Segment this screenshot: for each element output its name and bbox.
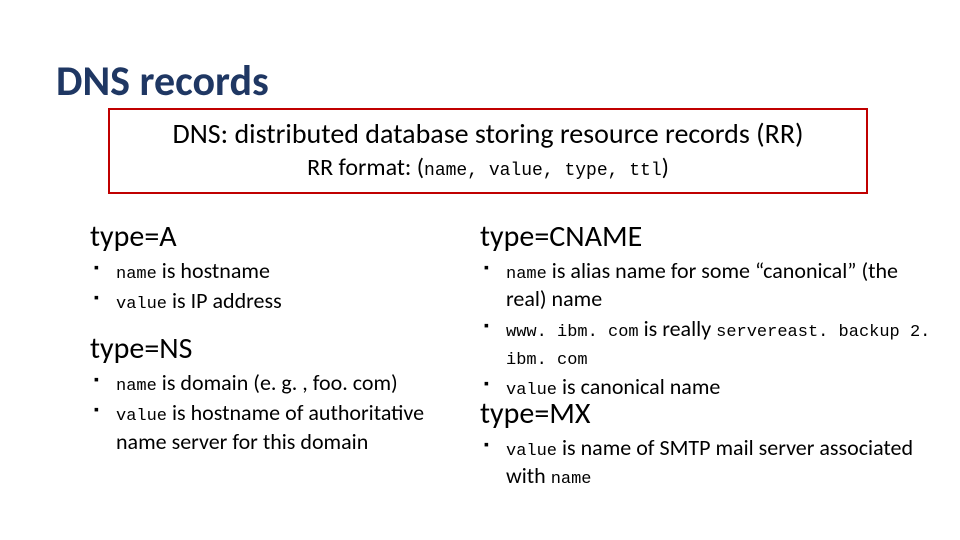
- open-paren: (: [417, 153, 424, 182]
- field-value: value: [506, 442, 557, 461]
- bullets-type-a: name is hostname value is IP address: [90, 257, 460, 316]
- slide-title: DNS records: [56, 56, 269, 107]
- cname-alias: www. ibm. com: [506, 323, 639, 342]
- rr-format-prefix: RR format:: [307, 153, 417, 182]
- list-item: name is hostname: [116, 257, 460, 285]
- field-value: value: [116, 407, 167, 426]
- heading-type-mx: type=MX: [480, 395, 940, 432]
- bullet-text: is domain (e. g. , foo. com): [157, 369, 398, 396]
- section-type-ns: type=NS name is domain (e. g. , foo. com…: [90, 330, 460, 457]
- field-name: name: [551, 470, 592, 489]
- section-type-cname: type=CNAME name is alias name for some “…: [480, 218, 940, 404]
- bullets-type-ns: name is domain (e. g. , foo. com) value …: [90, 369, 460, 455]
- bullet-text: is IP address: [167, 287, 282, 314]
- section-type-mx: type=MX value is name of SMTP mail serve…: [480, 395, 940, 493]
- bullet-text: is really: [639, 315, 717, 342]
- bullet-text: is hostname: [157, 257, 270, 284]
- def-line2: RR format: (name, value, type, ttl): [122, 153, 854, 182]
- field-value: value: [116, 295, 167, 314]
- bullets-type-mx: value is name of SMTP mail server associ…: [480, 434, 940, 491]
- heading-type-cname: type=CNAME: [480, 218, 940, 255]
- list-item: www. ibm. com is really servereast. back…: [506, 315, 940, 372]
- list-item: name is alias name for some “canonical” …: [506, 257, 940, 313]
- bullets-type-cname: name is alias name for some “canonical” …: [480, 257, 940, 402]
- field-name: name: [116, 377, 157, 396]
- list-item: name is domain (e. g. , foo. com): [116, 369, 460, 397]
- heading-type-ns: type=NS: [90, 330, 460, 367]
- list-item: value is hostname of authoritative name …: [116, 399, 460, 455]
- list-item: value is IP address: [116, 287, 460, 315]
- def-line1: DNS: distributed database storing resour…: [122, 116, 854, 151]
- definition-box: DNS: distributed database storing resour…: [108, 108, 868, 194]
- field-name: name: [116, 265, 157, 284]
- close-paren: ): [662, 153, 669, 182]
- slide-dns-records: { "title": "DNS records", "defbox": { "l…: [0, 0, 960, 540]
- bullet-text: is alias name for some “canonical” (the …: [506, 257, 898, 312]
- section-type-a: type=A name is hostname value is IP addr…: [90, 218, 460, 318]
- heading-type-a: type=A: [90, 218, 460, 255]
- rr-tuple: name, value, type, ttl: [424, 161, 662, 181]
- field-name: name: [506, 265, 547, 284]
- list-item: value is name of SMTP mail server associ…: [506, 434, 940, 491]
